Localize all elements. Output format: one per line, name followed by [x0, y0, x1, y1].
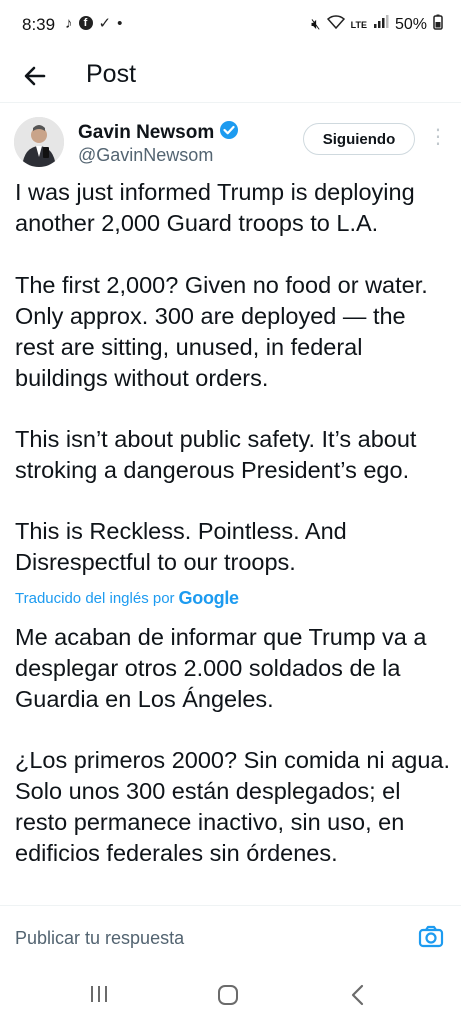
status-time: 8:39 — [22, 15, 56, 34]
facebook-notification-icon: f — [78, 16, 93, 30]
checkmark-notification-icon: ✓ — [98, 15, 112, 32]
post-translation-paragraph-1: Me acaban de informar que Trump va a des… — [15, 624, 427, 712]
post-author-row: Gavin Newsom @GavinNewsom Siguiendo ⋮ — [0, 112, 461, 176]
google-logo-text: Google — [178, 588, 240, 608]
camera-icon[interactable] — [418, 924, 444, 950]
mute-icon: 🔇︎ — [311, 16, 321, 33]
following-button[interactable]: Siguiendo — [303, 123, 415, 155]
battery-percent: 50% — [394, 15, 427, 33]
battery-icon — [433, 14, 443, 35]
app-header: Post — [0, 52, 461, 103]
post-original-paragraph-1: I was just informed Trump is deploying a… — [15, 179, 415, 236]
reply-bar: Publicar tu respuesta — [0, 905, 461, 966]
post-original-paragraph-2: The first 2,000? Given no food or water.… — [15, 272, 428, 391]
more-notifications-dot-icon: • — [117, 14, 123, 32]
author-name-text: Gavin Newsom — [78, 122, 215, 143]
tiktok-notification-icon: ♪ — [65, 14, 73, 32]
post-translation-paragraph-2: ¿Los primeros 2000? Sin comida ni agua. … — [15, 747, 450, 866]
network-type-label: LTE — [350, 19, 367, 30]
recent-apps-icon[interactable] — [88, 983, 110, 1005]
reply-input[interactable]: Publicar tu respuesta — [15, 928, 184, 949]
signal-icon — [373, 15, 389, 34]
translation-attribution[interactable]: Traducido del inglés por Google — [15, 588, 239, 609]
wifi-icon — [326, 15, 345, 34]
more-options-icon[interactable]: ⋮ — [428, 125, 448, 149]
avatar[interactable] — [14, 117, 64, 167]
author-name[interactable]: Gavin Newsom — [78, 120, 239, 146]
google-logo: Google — [178, 588, 240, 609]
author-handle[interactable]: @GavinNewsom — [78, 145, 213, 166]
page-title: Post — [86, 60, 137, 88]
post-original-paragraph-3: This isn’t about public safety. It’s abo… — [15, 426, 417, 483]
nav-back-icon[interactable] — [348, 983, 368, 1007]
translated-by-label: Traducido del inglés por — [15, 590, 175, 607]
status-system-icons: 🔇︎ LTE 50% — [311, 14, 443, 35]
home-icon[interactable] — [216, 983, 240, 1007]
back-arrow-icon[interactable] — [22, 62, 50, 90]
verified-badge-icon — [219, 120, 239, 146]
status-bar: 8:39 ♪ f ✓ • 🔇︎ LTE 50% — [0, 0, 461, 52]
post-original-paragraph-4: This is Reckless. Pointless. And Disresp… — [15, 518, 347, 575]
status-notification-icons: ♪ f ✓ • — [65, 14, 123, 33]
system-navigation-bar — [0, 965, 461, 1024]
